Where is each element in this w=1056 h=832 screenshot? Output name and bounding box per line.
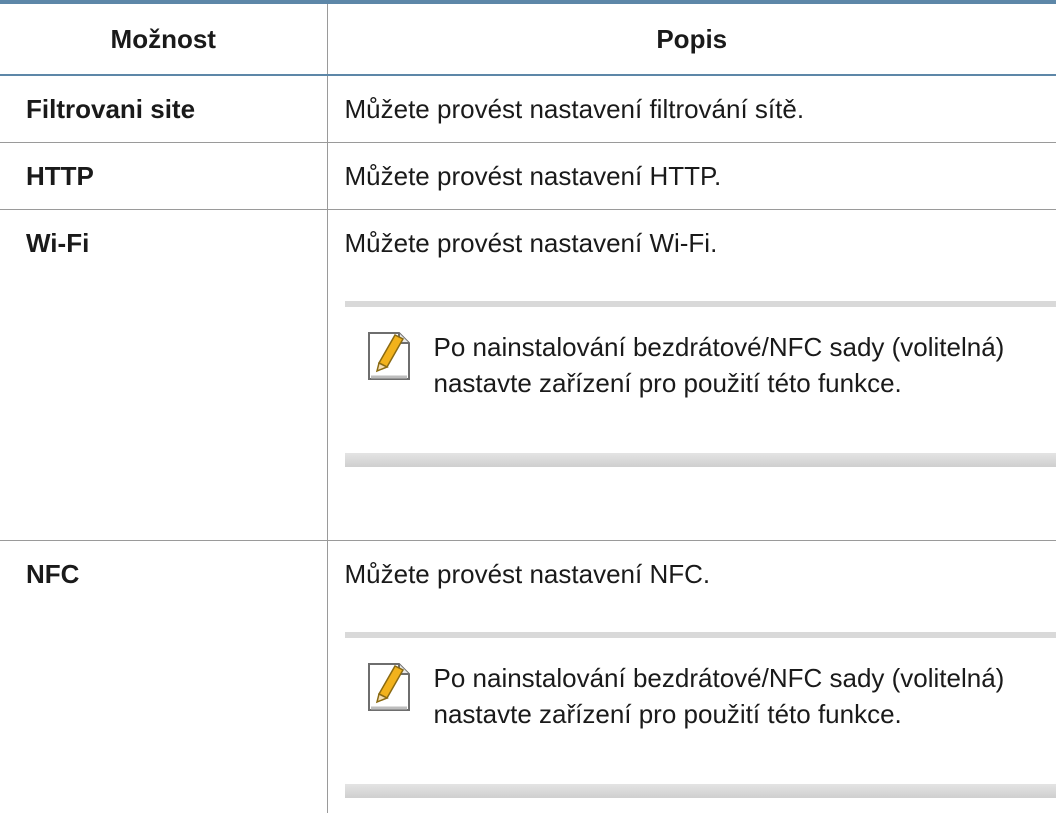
table-row-http: HTTP Můžete provést nastavení HTTP. [0, 142, 1056, 210]
options-table: Možnost Popis Filtrovani site Můžete pro… [0, 0, 1056, 813]
manual-page: Možnost Popis Filtrovani site Můžete pro… [0, 0, 1056, 832]
table-header-row: Možnost Popis [0, 2, 1056, 76]
option-description: Můžete provést nastavení filtrování sítě… [327, 75, 1056, 143]
option-name: Filtrovani site [0, 75, 328, 143]
note-box: Po nainstalování bezdrátové/NFC sady (vo… [344, 632, 1056, 798]
option-description: Můžete provést nastavení NFC. Po nainsta… [327, 541, 1056, 814]
table-row-filtrovani-site: Filtrovani site Můžete provést nastavení… [0, 75, 1056, 143]
option-name: HTTP [0, 142, 328, 210]
note-box: Po nainstalování bezdrátové/NFC sady (vo… [344, 301, 1056, 467]
option-name: NFC [0, 540, 328, 813]
note-text: Po nainstalování bezdrátové/NFC sady (vo… [433, 663, 1005, 729]
option-description: Můžete provést nastavení Wi-Fi. Po nains… [327, 209, 1056, 541]
option-description: Můžete provést nastavení HTTP. [327, 142, 1056, 210]
note-pencil-icon [367, 663, 410, 711]
table-row-nfc: NFC Můžete provést nastavení NFC. Po nai… [0, 540, 1056, 814]
column-header-description: Popis [327, 2, 1056, 76]
column-header-option: Možnost [0, 2, 328, 76]
note-text: Po nainstalování bezdrátové/NFC sady (vo… [433, 332, 1005, 398]
table-row-wi-fi: Wi-Fi Můžete provést nastavení Wi-Fi. Po… [0, 209, 1056, 541]
note-pencil-icon [367, 332, 410, 380]
option-name: Wi-Fi [0, 209, 328, 541]
